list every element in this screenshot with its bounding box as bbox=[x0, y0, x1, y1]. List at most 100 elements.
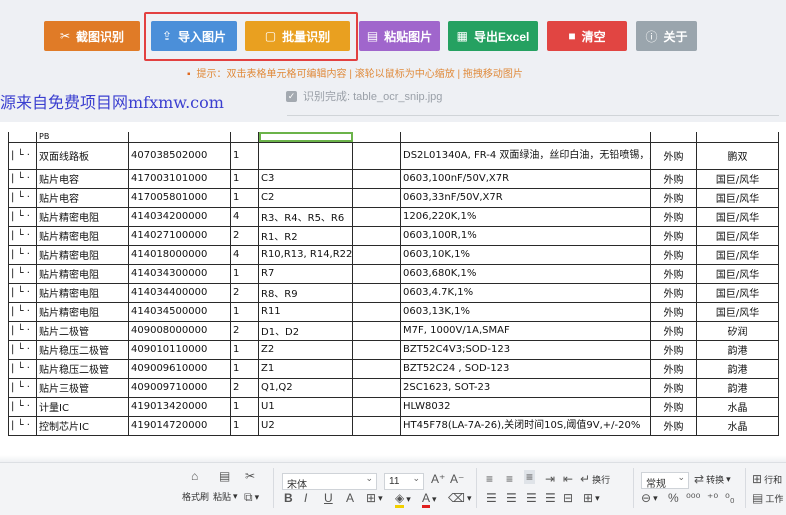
selected-cell[interactable] bbox=[258, 132, 353, 143]
part-code-cell[interactable]: 407038502000 bbox=[128, 141, 231, 170]
quantity-cell[interactable]: 1 bbox=[230, 168, 259, 189]
part-code-cell[interactable]: 409008000000 bbox=[128, 320, 231, 341]
reference-cell[interactable]: R3、R4、R5、R6 bbox=[258, 206, 353, 227]
blank-cell[interactable] bbox=[352, 168, 401, 189]
increase-decimal-button[interactable]: ⁺⁰ bbox=[707, 491, 718, 505]
quantity-cell[interactable]: 4 bbox=[230, 244, 259, 265]
align-bottom-button[interactable]: ≡ bbox=[524, 470, 536, 484]
reference-cell[interactable]: U2 bbox=[258, 415, 353, 436]
spec-cell[interactable]: 0603,33nF/50V,X7R bbox=[400, 187, 651, 208]
spec-cell[interactable]: 0603,100nF/50V,X7R bbox=[400, 168, 651, 189]
about-button[interactable]: ⓘ 关于 bbox=[636, 21, 697, 51]
source-cell[interactable]: 外购 bbox=[650, 187, 697, 208]
quantity-cell[interactable]: 1 bbox=[230, 358, 259, 379]
format-painter-button[interactable]: ⌂ bbox=[191, 469, 198, 483]
spec-cell[interactable]: M7F, 1000V/1A,SMAF bbox=[400, 320, 651, 341]
source-cell[interactable]: 外购 bbox=[650, 396, 697, 417]
quantity-cell[interactable]: 2 bbox=[230, 377, 259, 398]
reference-cell[interactable]: Z1 bbox=[258, 358, 353, 379]
blank-cell[interactable] bbox=[352, 187, 401, 208]
align-top-button[interactable]: ≡ bbox=[486, 472, 493, 486]
level-cell[interactable]: | └ · bbox=[8, 377, 37, 398]
copy-button[interactable]: ⧉ ▾ bbox=[244, 490, 259, 505]
part-code-cell[interactable]: 414034300000 bbox=[128, 263, 231, 284]
blank-cell[interactable] bbox=[352, 225, 401, 246]
quantity-cell[interactable]: 1 bbox=[230, 301, 259, 322]
spec-cell[interactable]: 0603,10K,1% bbox=[400, 244, 651, 265]
source-cell[interactable]: 外购 bbox=[650, 301, 697, 322]
blank-cell[interactable] bbox=[352, 282, 401, 303]
row-col-button[interactable]: ⊞ 行和 bbox=[752, 472, 782, 486]
blank-cell[interactable] bbox=[352, 141, 401, 170]
level-cell[interactable]: | └ · bbox=[8, 225, 37, 246]
cut-button[interactable]: ✂ bbox=[245, 469, 255, 483]
blank-cell[interactable] bbox=[352, 206, 401, 227]
level-cell[interactable]: | └ · bbox=[8, 320, 37, 341]
level-cell[interactable]: | └ · bbox=[8, 141, 37, 170]
fill-color-button[interactable]: ◈ ▾ bbox=[395, 491, 411, 508]
blank-cell[interactable] bbox=[352, 320, 401, 341]
reference-cell[interactable]: C3 bbox=[258, 168, 353, 189]
outdent-button[interactable]: ⇤ bbox=[563, 472, 573, 486]
blank-cell[interactable] bbox=[352, 358, 401, 379]
distribute-button[interactable]: ⊟ bbox=[563, 491, 573, 505]
paste-button[interactable]: ▤ bbox=[219, 469, 230, 483]
part-code-cell[interactable]: 414034200000 bbox=[128, 206, 231, 227]
source-cell[interactable]: 外购 bbox=[650, 141, 697, 170]
font-color-button[interactable]: A ▾ bbox=[422, 491, 437, 508]
reference-cell[interactable]: D1、D2 bbox=[258, 320, 353, 341]
brand-cell[interactable]: 国巨/风华 bbox=[696, 225, 779, 246]
brand-cell[interactable]: 矽润 bbox=[696, 320, 779, 341]
quantity-cell[interactable]: 1 bbox=[230, 141, 259, 170]
paste-image-button[interactable]: ▤ 粘贴图片 bbox=[359, 21, 440, 51]
name-cell[interactable]: 贴片三极管 bbox=[36, 377, 129, 398]
clear-format-button[interactable]: ⌫ ▾ bbox=[448, 491, 472, 505]
part-code-cell[interactable]: 414018000000 bbox=[128, 244, 231, 265]
font-family-select[interactable]: 宋体 bbox=[282, 473, 377, 491]
quantity-cell[interactable]: 1 bbox=[230, 339, 259, 360]
source-cell[interactable]: 外购 bbox=[650, 206, 697, 227]
name-cell[interactable]: 贴片稳压二极管 bbox=[36, 339, 129, 360]
spec-cell[interactable]: BZT52C4V3;SOD-123 bbox=[400, 339, 651, 360]
blank-cell[interactable] bbox=[352, 301, 401, 322]
brand-cell[interactable]: 鹏双 bbox=[696, 141, 779, 170]
source-cell[interactable]: 外购 bbox=[650, 415, 697, 436]
level-cell[interactable]: | └ · bbox=[8, 339, 37, 360]
name-cell[interactable]: 贴片精密电阻 bbox=[36, 244, 129, 265]
name-cell[interactable]: 贴片稳压二极管 bbox=[36, 358, 129, 379]
decrease-font-button[interactable]: A⁻ bbox=[450, 472, 464, 486]
part-code-cell[interactable]: 417003101000 bbox=[128, 168, 231, 189]
reference-cell[interactable]: C2 bbox=[258, 187, 353, 208]
quantity-cell[interactable]: 1 bbox=[230, 415, 259, 436]
strikethrough-button[interactable]: A bbox=[346, 491, 354, 505]
brand-cell[interactable]: 国巨/风华 bbox=[696, 206, 779, 227]
worksheet-button[interactable]: ▤ 工作 bbox=[752, 491, 783, 505]
spreadsheet-area[interactable]: PB | └ · 双面线路板 407038502000 1 DS2L01340A, FR… bbox=[0, 122, 786, 462]
part-code-cell[interactable]: 419013420000 bbox=[128, 396, 231, 417]
blank-cell[interactable] bbox=[352, 263, 401, 284]
brand-cell[interactable]: 国巨/风华 bbox=[696, 263, 779, 284]
thousands-button[interactable]: ⁰⁰⁰ bbox=[686, 491, 700, 505]
level-cell[interactable]: | └ · bbox=[8, 206, 37, 227]
part-code-cell[interactable]: 419014720000 bbox=[128, 415, 231, 436]
source-cell[interactable]: 外购 bbox=[650, 244, 697, 265]
paste-label-wrap[interactable]: 粘贴 ▾ bbox=[213, 490, 238, 503]
spec-cell[interactable]: 0603,680K,1% bbox=[400, 263, 651, 284]
decrease-decimal-button[interactable]: ⁰₀ bbox=[725, 491, 735, 505]
spec-cell[interactable]: 2SC1623, SOT-23 bbox=[400, 377, 651, 398]
source-cell[interactable]: 外购 bbox=[650, 358, 697, 379]
currency-button[interactable]: ⊖ ▾ bbox=[641, 491, 658, 505]
underline-button[interactable]: U bbox=[324, 491, 333, 505]
spec-cell[interactable]: 0603,100R,1% bbox=[400, 225, 651, 246]
align-right-button[interactable]: ☰ bbox=[526, 491, 537, 505]
align-middle-button[interactable]: ≡ bbox=[506, 472, 513, 486]
export-excel-button[interactable]: ▦ 导出Excel bbox=[448, 21, 538, 51]
spec-cell[interactable]: 1206,220K,1% bbox=[400, 206, 651, 227]
level-cell[interactable]: | └ · bbox=[8, 244, 37, 265]
name-cell[interactable]: 贴片精密电阻 bbox=[36, 225, 129, 246]
name-cell[interactable]: 控制芯片IC bbox=[36, 415, 129, 436]
wrap-text-button[interactable]: ↵ 换行 bbox=[580, 472, 610, 486]
name-cell[interactable]: 贴片电容 bbox=[36, 187, 129, 208]
reference-cell[interactable]: Z2 bbox=[258, 339, 353, 360]
convert-button[interactable]: ⇄ 转换 ▾ bbox=[694, 472, 731, 486]
